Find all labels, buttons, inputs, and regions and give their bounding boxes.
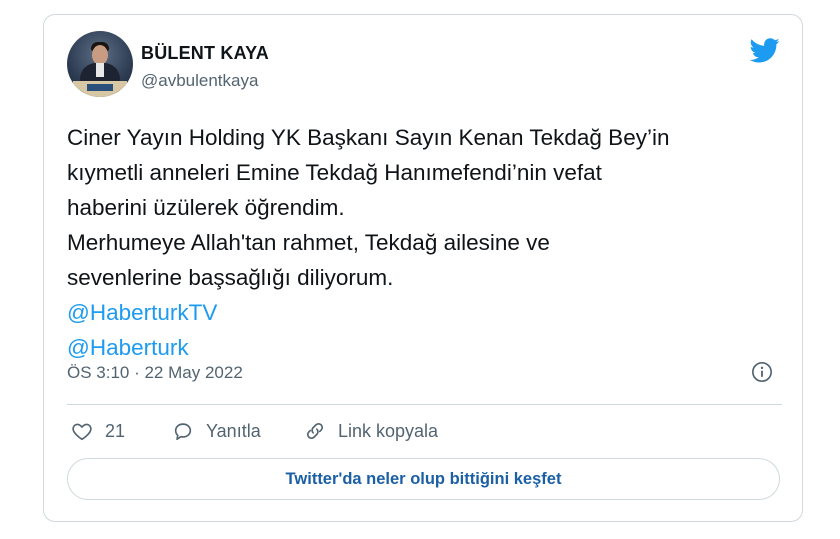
tweet-line: sevenlerine başsağlığı diliyorum. [67, 265, 394, 290]
info-icon[interactable] [751, 361, 773, 383]
explore-button[interactable]: Twitter'da neler olup bittiğini keşfet [67, 458, 780, 500]
author-name[interactable]: BÜLENT KAYA [141, 43, 269, 64]
mention-link[interactable]: @Haberturk [67, 330, 767, 365]
avatar[interactable] [67, 31, 133, 97]
reply-label: Yanıtla [206, 420, 261, 441]
like-count: 21 [105, 420, 126, 441]
tweet-card: BÜLENT KAYA @avbulentkaya Ciner Yayın Ho… [43, 14, 803, 522]
tweet-line: haberini üzülerek öğrendim. [67, 195, 345, 220]
tweet-timestamp[interactable]: ÖS 3:10 · 22 May 2022 [67, 363, 243, 383]
tweet-line: Ciner Yayın Holding YK Başkanı Sayın Ken… [67, 125, 670, 150]
like-button[interactable]: 21 [71, 420, 125, 442]
twitter-bird-icon[interactable] [748, 35, 782, 65]
tweet-line: kıymetli anneleri Emine Tekdağ Hanımefen… [67, 160, 602, 185]
heart-icon [72, 423, 92, 441]
copy-link-label: Link kopyala [338, 420, 439, 441]
link-icon [306, 422, 324, 440]
tweet-line: Merhumeye Allah'tan rahmet, Tekdağ ailes… [67, 230, 550, 255]
tweet-text: Ciner Yayın Holding YK Başkanı Sayın Ken… [67, 120, 767, 365]
reply-icon [174, 423, 192, 441]
copy-link-button[interactable]: Link kopyala [304, 420, 438, 442]
author-handle[interactable]: @avbulentkaya [141, 71, 258, 91]
reply-button[interactable]: Yanıtla [172, 420, 261, 442]
divider [67, 404, 782, 405]
mention-link[interactable]: @HaberturkTV [67, 295, 767, 330]
